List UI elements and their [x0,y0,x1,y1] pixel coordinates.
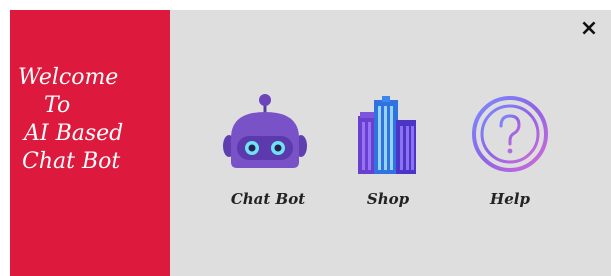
welcome-line-1: Welcome [18,65,119,90]
help-button[interactable]: Help [460,94,560,224]
welcome-line-3: AI Based [24,121,124,146]
shop-label: Shop [366,190,410,208]
question-circle-icon [472,96,548,172]
welcome-panel: Welcome To AI Based Chat Bot [10,10,170,276]
chat-bot-label: Chat Bot [230,190,306,208]
shop-button[interactable]: Shop [338,94,438,224]
help-label: Help [490,190,530,208]
close-button[interactable]: × [574,14,604,44]
buildings-icon [358,96,416,174]
chat-bot-button[interactable]: Chat Bot [218,94,318,224]
welcome-line-2: To [44,93,71,118]
welcome-heading: Welcome To AI Based Chat Bot [18,64,168,176]
welcome-line-4: Chat Bot [22,149,121,174]
robot-icon [223,94,307,168]
welcome-dialog: Welcome To AI Based Chat Bot × Chat Bot [10,10,611,276]
